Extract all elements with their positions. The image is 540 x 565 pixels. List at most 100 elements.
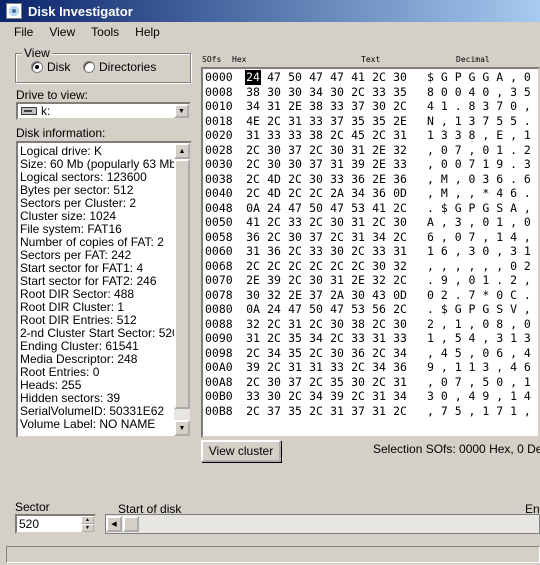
hex-byte[interactable]: 30: [392, 70, 408, 85]
hex-byte[interactable]: 47: [329, 302, 345, 317]
scroll-down-icon[interactable]: ▼: [174, 420, 190, 436]
hex-byte[interactable]: 34: [392, 346, 408, 361]
hex-byte[interactable]: 2C: [371, 346, 387, 361]
hex-byte[interactable]: 30: [266, 143, 282, 158]
hex-byte[interactable]: 33: [329, 172, 345, 187]
hex-byte[interactable]: 2C: [371, 128, 387, 143]
hex-byte[interactable]: 31: [245, 128, 261, 143]
hex-byte[interactable]: 38: [245, 85, 261, 100]
hex-byte[interactable]: 30: [287, 157, 303, 172]
hex-byte[interactable]: 2C: [329, 230, 345, 245]
hex-byte[interactable]: 2E: [371, 157, 387, 172]
hex-byte[interactable]: 34: [266, 346, 282, 361]
hex-byte[interactable]: 2E: [350, 273, 366, 288]
hex-byte[interactable]: 35: [287, 404, 303, 419]
hex-byte[interactable]: 33: [371, 85, 387, 100]
hex-byte[interactable]: 35: [392, 85, 408, 100]
hex-byte[interactable]: 30: [308, 172, 324, 187]
hex-byte[interactable]: 2C: [392, 99, 408, 114]
hex-byte[interactable]: 2C: [245, 172, 261, 187]
hex-byte[interactable]: 32: [392, 259, 408, 274]
disk-info-scrollbar[interactable]: ▲ ▼: [174, 143, 190, 436]
hex-byte[interactable]: 39: [266, 273, 282, 288]
hex-byte[interactable]: 35: [371, 114, 387, 129]
hex-byte[interactable]: 31: [392, 128, 408, 143]
hex-byte[interactable]: 2C: [287, 259, 303, 274]
hex-byte[interactable]: 41: [245, 215, 261, 230]
hex-byte[interactable]: 30: [329, 143, 345, 158]
hex-byte[interactable]: 33: [392, 331, 408, 346]
scroll-left-icon[interactable]: ◀: [106, 516, 122, 532]
sector-input[interactable]: [17, 516, 77, 532]
hex-byte[interactable]: 50: [308, 201, 324, 216]
hex-byte[interactable]: 47: [308, 70, 324, 85]
hex-byte[interactable]: 45: [350, 128, 366, 143]
hex-byte[interactable]: 37: [308, 157, 324, 172]
hex-byte[interactable]: 31: [392, 244, 408, 259]
hex-byte[interactable]: 2E: [371, 172, 387, 187]
hex-byte[interactable]: 37: [350, 99, 366, 114]
radio-disk-label[interactable]: Disk: [47, 60, 70, 74]
sector-scroll-thumb[interactable]: [123, 516, 139, 532]
hex-byte[interactable]: 2C: [371, 215, 387, 230]
hex-byte[interactable]: 2C: [350, 259, 366, 274]
hex-byte[interactable]: 37: [350, 404, 366, 419]
hex-byte[interactable]: 34: [308, 85, 324, 100]
hex-byte[interactable]: 2C: [245, 143, 261, 158]
hex-byte[interactable]: 32: [245, 317, 261, 332]
sector-scrollbar[interactable]: ◀: [105, 514, 540, 534]
hex-byte[interactable]: 37: [287, 143, 303, 158]
hex-byte[interactable]: 31: [287, 360, 303, 375]
scroll-up-icon[interactable]: ▲: [174, 143, 190, 159]
hex-byte[interactable]: 33: [329, 360, 345, 375]
hex-byte[interactable]: 2C: [308, 259, 324, 274]
hex-byte[interactable]: 34: [245, 99, 261, 114]
hex-byte[interactable]: 2C: [266, 360, 282, 375]
radio-directories-label[interactable]: Directories: [99, 60, 156, 74]
hex-byte[interactable]: 0D: [392, 186, 408, 201]
hex-byte[interactable]: 0A: [245, 302, 261, 317]
hex-byte[interactable]: 30: [287, 230, 303, 245]
hex-byte[interactable]: 30: [266, 375, 282, 390]
hex-byte[interactable]: 2C: [245, 259, 261, 274]
hex-byte[interactable]: 30: [266, 85, 282, 100]
hex-byte[interactable]: 31: [392, 375, 408, 390]
hex-byte[interactable]: 31: [350, 143, 366, 158]
chevron-down-icon[interactable]: ▼: [174, 104, 189, 118]
hex-byte[interactable]: 2C: [266, 317, 282, 332]
hex-byte[interactable]: 35: [329, 375, 345, 390]
hex-byte[interactable]: 37: [266, 404, 282, 419]
hex-byte[interactable]: 37: [287, 375, 303, 390]
hex-byte[interactable]: 2C: [245, 346, 261, 361]
hex-byte[interactable]: 2C: [308, 186, 324, 201]
radio-disk-row[interactable]: Disk: [31, 60, 70, 74]
hex-byte[interactable]: 2C: [350, 389, 366, 404]
hex-byte[interactable]: 30: [371, 99, 387, 114]
hex-byte[interactable]: 2C: [287, 244, 303, 259]
hex-byte[interactable]: 30: [350, 375, 366, 390]
hex-byte[interactable]: 2C: [287, 186, 303, 201]
hex-byte[interactable]: 2C: [392, 273, 408, 288]
hex-byte[interactable]: 30: [329, 215, 345, 230]
hex-byte[interactable]: 34: [308, 389, 324, 404]
hex-byte[interactable]: 2C: [350, 360, 366, 375]
hex-byte[interactable]: 31: [371, 404, 387, 419]
hex-byte[interactable]: 47: [287, 201, 303, 216]
hex-byte[interactable]: 2C: [245, 186, 261, 201]
hex-byte[interactable]: 36: [350, 346, 366, 361]
hex-byte[interactable]: 2C: [308, 375, 324, 390]
hex-byte[interactable]: 50: [287, 70, 303, 85]
hex-byte[interactable]: 2C: [392, 404, 408, 419]
hex-byte[interactable]: 36: [245, 230, 261, 245]
hex-byte[interactable]: 53: [350, 302, 366, 317]
hex-byte[interactable]: 2E: [371, 143, 387, 158]
hex-byte[interactable]: 2C: [329, 128, 345, 143]
hex-byte[interactable]: 33: [371, 244, 387, 259]
hex-byte[interactable]: 39: [350, 157, 366, 172]
hex-byte[interactable]: 30: [308, 273, 324, 288]
hex-byte[interactable]: 38: [350, 317, 366, 332]
hex-byte[interactable]: 2A: [329, 186, 345, 201]
hex-byte[interactable]: 2C: [308, 404, 324, 419]
hex-byte[interactable]: 33: [392, 157, 408, 172]
view-cluster-button[interactable]: View cluster: [201, 440, 281, 462]
